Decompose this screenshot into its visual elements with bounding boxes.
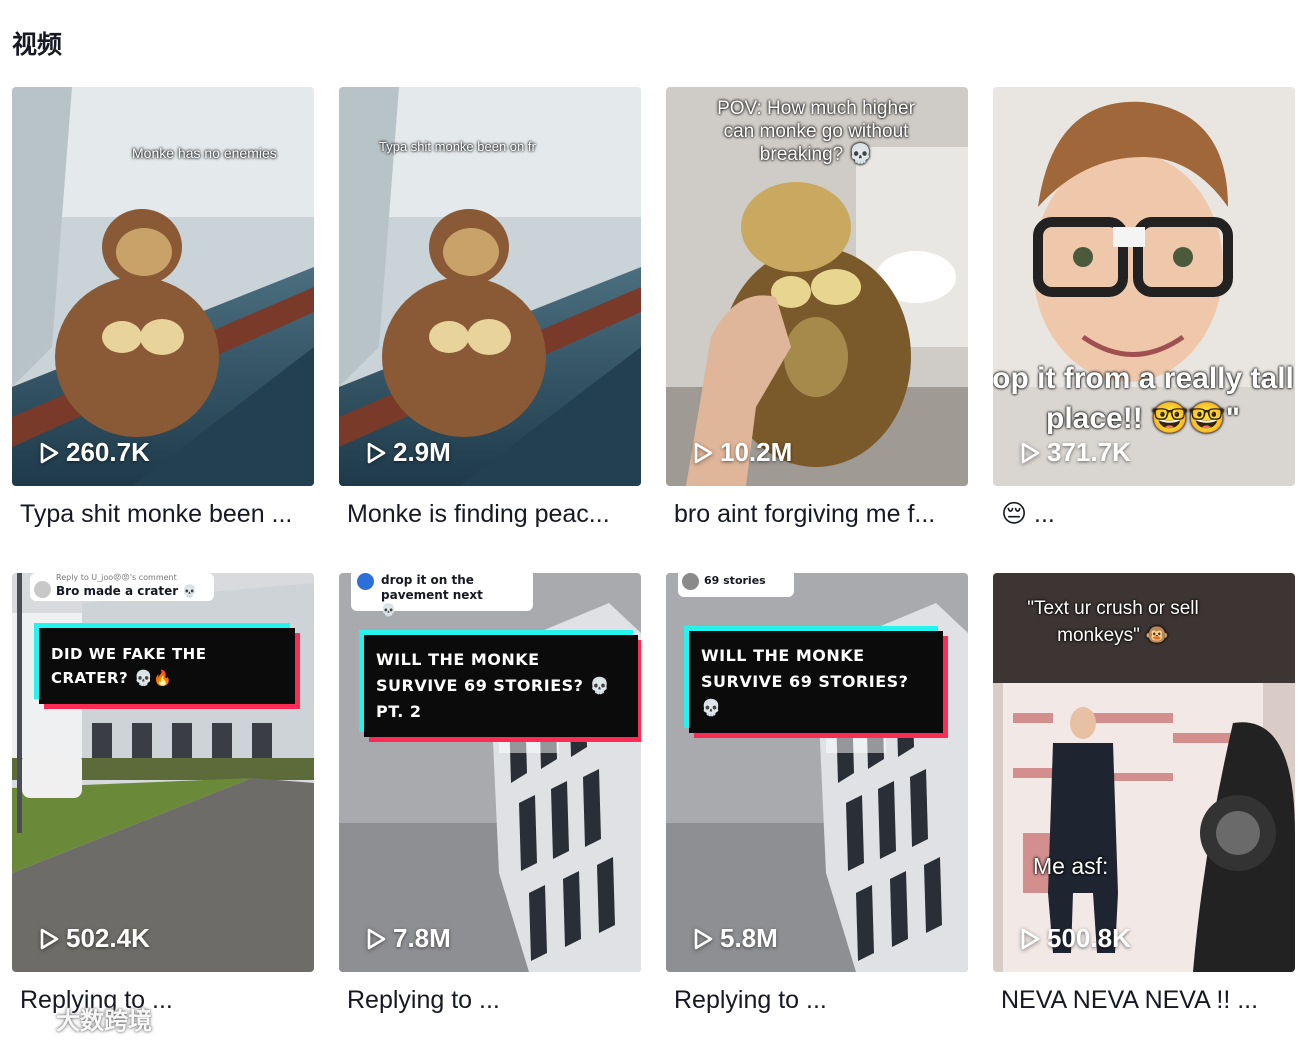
video-card[interactable]: op it from a really tall place!! 🤓🤓" 371… bbox=[993, 87, 1295, 573]
view-count-value: 5.8M bbox=[720, 923, 778, 953]
view-count-value: 7.8M bbox=[393, 923, 451, 953]
video-caption[interactable]: NEVA NEVA NEVA !! ... bbox=[1001, 984, 1295, 1016]
overlay-caption: op it from a really tall place!! 🤓🤓" bbox=[993, 362, 1294, 435]
reply-text: drop it on the pavement next 💀 bbox=[381, 573, 483, 617]
video-caption[interactable]: Typa shit monke been ... bbox=[20, 498, 314, 530]
video-grid: Monke has no enemies 260.7K Typa shit mo… bbox=[12, 87, 1295, 1059]
video-caption[interactable]: Replying to ... bbox=[674, 984, 968, 1016]
view-count: 2.9M bbox=[365, 437, 451, 468]
video-thumbnail[interactable]: "Text ur crush or sell monkeys" 🐵 Me asf… bbox=[993, 573, 1295, 972]
video-caption[interactable]: Replying to ... bbox=[347, 984, 641, 1016]
overlay-caption: Typa shit monke been on fr bbox=[379, 139, 536, 154]
video-thumbnail[interactable]: Monke has no enemies 260.7K bbox=[12, 87, 314, 486]
view-count-value: 2.9M bbox=[393, 437, 451, 467]
video-card[interactable]: Typa shit monke been on fr 2.9M Monke is… bbox=[339, 87, 641, 573]
view-count: 7.8M bbox=[365, 923, 451, 954]
reply-text: 69 stories bbox=[704, 574, 766, 587]
view-count: 502.4K bbox=[38, 923, 150, 954]
video-card[interactable]: Monke has no enemies 260.7K Typa shit mo… bbox=[12, 87, 314, 573]
play-icon bbox=[40, 442, 59, 463]
play-icon bbox=[367, 928, 386, 949]
video-caption[interactable]: Monke is finding peac... bbox=[347, 498, 641, 530]
video-caption[interactable]: bro aint forgiving me f... bbox=[674, 498, 968, 530]
video-card[interactable]: 69 stories WILL THE MONKE SURVIVE 69 STO… bbox=[666, 573, 968, 1059]
video-thumbnail[interactable]: POV: How much higher can monke go withou… bbox=[666, 87, 968, 486]
view-count: 260.7K bbox=[38, 437, 150, 468]
video-card[interactable]: Reply to U_joo😡😡's comment Bro made a cr… bbox=[12, 573, 314, 1059]
view-count: 5.8M bbox=[692, 923, 778, 954]
video-thumbnail[interactable]: Reply to U_joo😡😡's comment Bro made a cr… bbox=[12, 573, 314, 972]
watermark: 大数跨境 bbox=[10, 1001, 152, 1036]
view-count-value: 500.8K bbox=[1047, 923, 1131, 953]
watermark-text: 大数跨境 bbox=[56, 1007, 152, 1035]
overlay-caption: Monke has no enemies bbox=[132, 145, 277, 161]
overlay-caption-secondary: Me asf: bbox=[1033, 853, 1109, 879]
video-card[interactable]: drop it on the pavement next 💀 WILL THE … bbox=[339, 573, 641, 1059]
play-icon bbox=[694, 928, 713, 949]
title-banner: DID WE FAKE THE CRATER? 💀🔥 bbox=[39, 628, 295, 704]
view-count-value: 371.7K bbox=[1047, 437, 1131, 467]
avatar bbox=[34, 581, 51, 598]
play-icon bbox=[1021, 928, 1040, 949]
reply-label: Reply to U_joo😡😡's comment bbox=[56, 573, 177, 582]
video-thumbnail[interactable]: drop it on the pavement next 💀 WILL THE … bbox=[339, 573, 641, 972]
view-count: 500.8K bbox=[1019, 923, 1131, 954]
title-banner: WILL THE MONKE SURVIVE 69 STORIES? 💀 PT.… bbox=[364, 635, 638, 737]
reply-bubble: drop it on the pavement next 💀 bbox=[351, 573, 533, 617]
overlay-caption: "Text ur crush or sell monkeys" 🐵 bbox=[1027, 598, 1199, 646]
play-icon bbox=[694, 442, 713, 463]
brand-logo-icon bbox=[11, 1008, 49, 1029]
video-thumbnail[interactable]: Typa shit monke been on fr 2.9M bbox=[339, 87, 641, 486]
view-count: 371.7K bbox=[1019, 437, 1131, 468]
avatar bbox=[357, 573, 374, 590]
play-icon bbox=[367, 442, 386, 463]
play-icon bbox=[40, 928, 59, 949]
video-caption[interactable]: 😔 ... bbox=[1001, 498, 1295, 530]
overlay-caption: POV: How much higher can monke go withou… bbox=[717, 98, 915, 165]
video-thumbnail[interactable]: op it from a really tall place!! 🤓🤓" 371… bbox=[993, 87, 1295, 486]
reply-bubble: 69 stories bbox=[678, 573, 794, 597]
thumbnail-image bbox=[339, 573, 641, 972]
video-thumbnail[interactable]: 69 stories WILL THE MONKE SURVIVE 69 STO… bbox=[666, 573, 968, 972]
play-icon bbox=[1021, 442, 1040, 463]
view-count-value: 502.4K bbox=[66, 923, 150, 953]
view-count: 10.2M bbox=[692, 437, 792, 468]
video-card[interactable]: POV: How much higher can monke go withou… bbox=[666, 87, 968, 573]
view-count-value: 10.2M bbox=[720, 437, 793, 467]
avatar bbox=[682, 573, 699, 590]
section-title: 视频 bbox=[12, 30, 63, 59]
video-card[interactable]: "Text ur crush or sell monkeys" 🐵 Me asf… bbox=[993, 573, 1295, 1059]
view-count-value: 260.7K bbox=[66, 437, 150, 467]
title-banner: WILL THE MONKE SURVIVE 69 STORIES? 💀 bbox=[689, 631, 943, 733]
reply-text: Bro made a crater 💀 bbox=[56, 584, 198, 598]
reply-bubble: Reply to U_joo😡😡's comment Bro made a cr… bbox=[30, 573, 214, 601]
